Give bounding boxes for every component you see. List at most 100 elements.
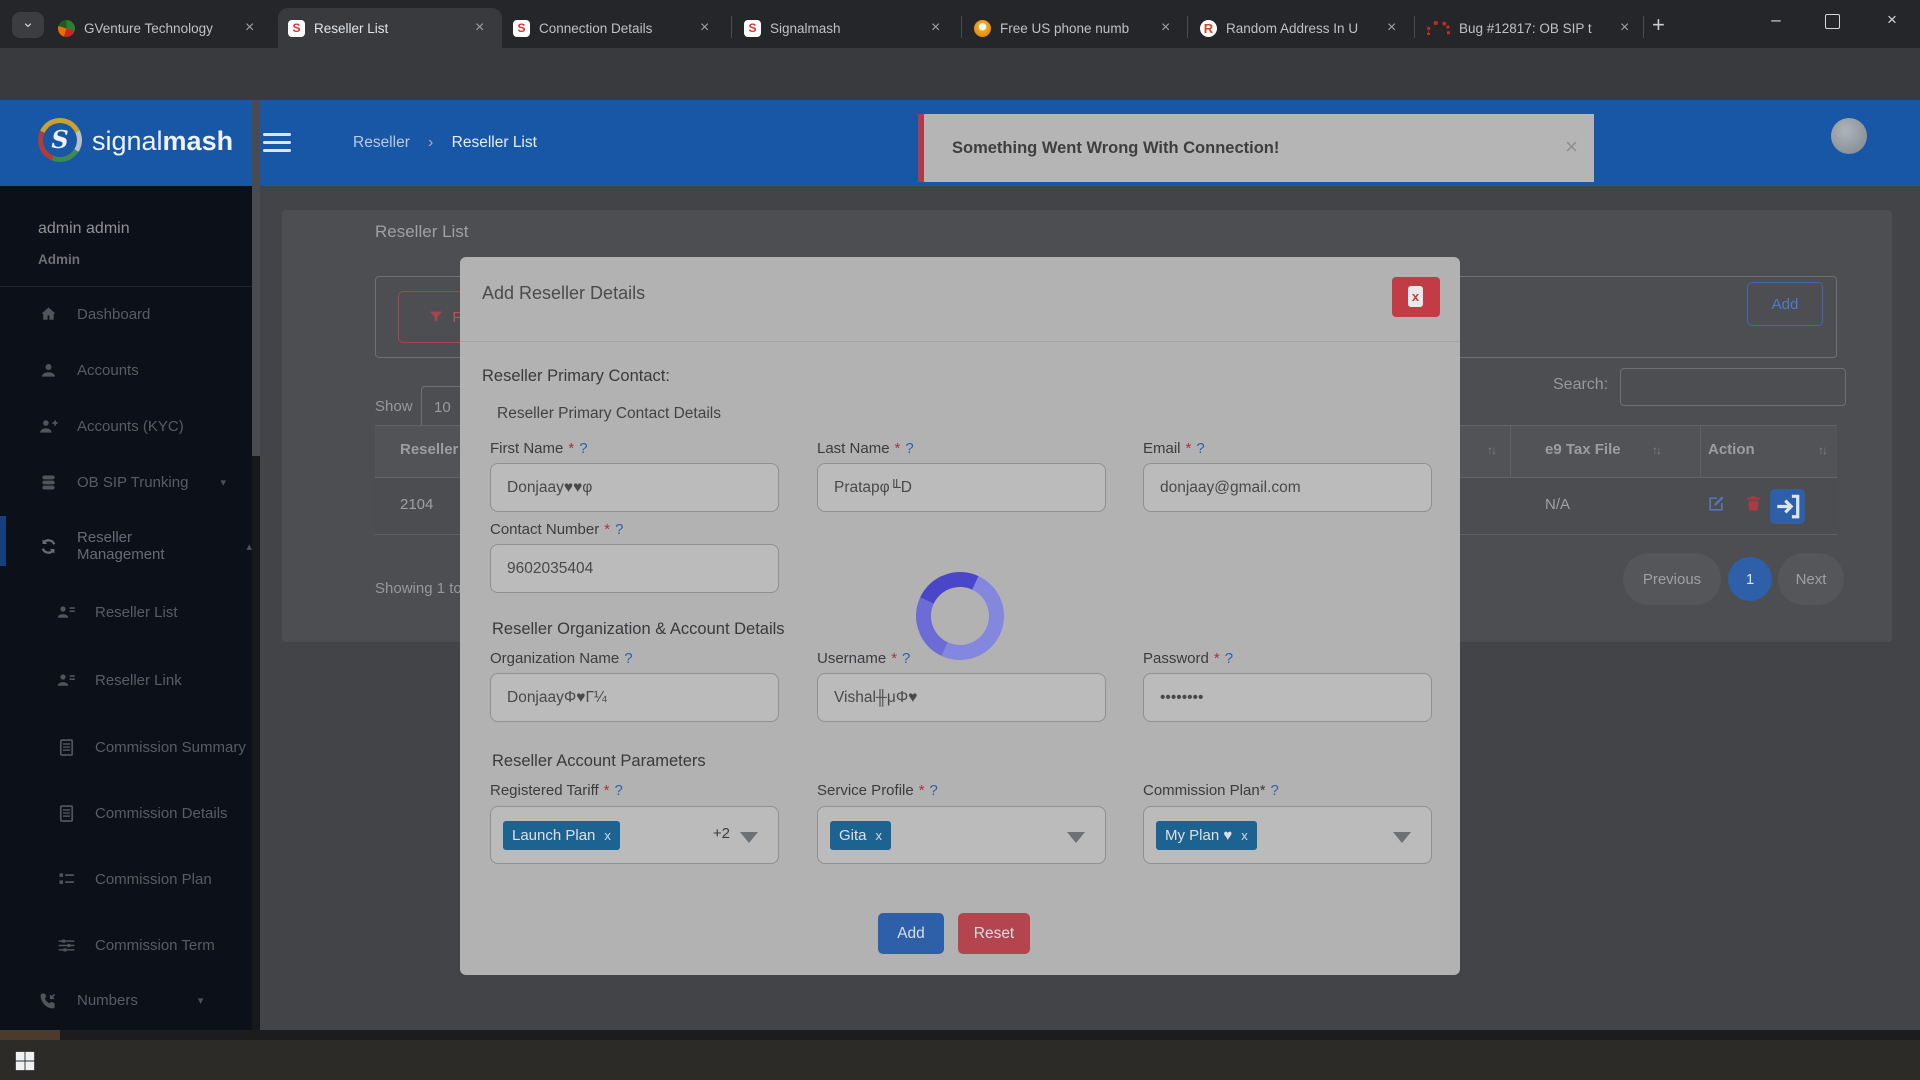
organization-name-input[interactable] <box>490 673 779 722</box>
toast-message: Something Went Wrong With Connection! <box>952 139 1279 158</box>
hamburger-menu-icon[interactable] <box>263 133 291 152</box>
tab-divider <box>1643 16 1644 38</box>
commission-plan-chip[interactable]: My Plan ♥x <box>1156 821 1257 850</box>
contact-number-input[interactable] <box>490 544 779 593</box>
tab-gventure[interactable]: GVenture Technology × <box>48 8 277 48</box>
start-button-icon[interactable] <box>14 1050 36 1072</box>
tab-reseller-list[interactable]: S Reseller List × <box>278 8 502 48</box>
modal-close-button[interactable]: x <box>1392 277 1440 317</box>
help-icon[interactable]: ? <box>615 521 623 538</box>
help-icon[interactable]: ? <box>579 440 587 457</box>
pagination-page-1[interactable]: 1 <box>1728 557 1772 601</box>
help-icon[interactable]: ? <box>905 440 913 457</box>
pagination-next[interactable]: Next <box>1778 553 1844 605</box>
tab-close-icon[interactable]: × <box>1618 19 1631 37</box>
window-bottom-edge <box>0 1030 1920 1040</box>
service-profile-chip[interactable]: Gitax <box>830 821 891 850</box>
sort-icon[interactable]: ↑↓ <box>1818 443 1826 457</box>
taskbar: Type here to search ✦ ✦ <box>0 1040 1920 1080</box>
document-icon <box>56 803 77 824</box>
modal-title: Add Reseller Details <box>482 283 645 304</box>
login-as-button[interactable] <box>1770 489 1805 524</box>
service-profile-select[interactable]: Gitax <box>817 806 1106 864</box>
breadcrumb-parent[interactable]: Reseller <box>353 134 410 151</box>
field-label-password: Password*? <box>1143 650 1233 667</box>
chip-remove-icon[interactable]: x <box>876 828 883 843</box>
modal-add-button[interactable]: Add <box>878 913 944 954</box>
table-col-action[interactable]: Action <box>1708 441 1755 458</box>
pagination-previous[interactable]: Previous <box>1623 553 1721 605</box>
help-icon[interactable]: ? <box>1271 782 1279 799</box>
sidebar-subitem-reseller-list[interactable]: Reseller List <box>56 602 178 623</box>
tariff-chip[interactable]: Launch Planx <box>503 821 620 850</box>
sidebar-item-accounts-kyc[interactable]: Accounts (KYC) <box>38 416 184 437</box>
sort-icon[interactable]: ↑↓ <box>1487 443 1495 457</box>
section-account-parameters: Reseller Account Parameters <box>492 752 706 771</box>
password-input[interactable] <box>1143 673 1432 722</box>
new-tab-button[interactable]: + <box>1652 12 1665 38</box>
error-toast: Something Went Wrong With Connection! × <box>918 114 1594 182</box>
help-icon[interactable]: ? <box>1225 650 1233 667</box>
sidebar-item-reseller-management[interactable]: Reseller Management ▴ <box>38 529 252 563</box>
sidebar-subitem-commission-details[interactable]: Commission Details <box>56 803 228 824</box>
commission-plan-select[interactable]: My Plan ♥x <box>1143 806 1432 864</box>
sidebar-item-ob-sip-trunking[interactable]: OB SIP Trunking ▾ <box>38 472 226 493</box>
registered-tariff-select[interactable]: Launch Planx +2 <box>490 806 779 864</box>
sidebar-subitem-reseller-link[interactable]: Reseller Link <box>56 670 182 691</box>
sort-icon[interactable]: ↑↓ <box>1652 443 1660 457</box>
tab-close-icon[interactable]: × <box>473 19 486 37</box>
sidebar-subitem-commission-term[interactable]: Commission Term <box>56 935 215 956</box>
sidebar: admin admin Admin Dashboard Accounts Acc… <box>0 186 252 1040</box>
sidebar-item-accounts[interactable]: Accounts <box>38 360 139 381</box>
modal-reset-button[interactable]: Reset <box>958 913 1030 954</box>
tab-random-address[interactable]: R Random Address In U × <box>1190 8 1413 48</box>
tab-close-icon[interactable]: × <box>243 19 256 37</box>
delete-trash-icon[interactable] <box>1744 494 1763 513</box>
user-list-icon <box>56 602 77 623</box>
sidebar-subitem-commission-plan[interactable]: Commission Plan <box>56 869 212 890</box>
help-icon[interactable]: ? <box>1196 440 1204 457</box>
table-col-e9[interactable]: e9 Tax File <box>1545 441 1621 458</box>
help-icon[interactable]: ? <box>624 650 632 667</box>
search-input[interactable] <box>1620 368 1846 406</box>
edit-icon[interactable] <box>1706 494 1726 514</box>
sidebar-subitem-commission-summary[interactable]: Commission Summary <box>56 737 246 758</box>
gventure-favicon-icon <box>58 20 75 37</box>
tab-signalmash[interactable]: S Signalmash × <box>734 8 958 48</box>
cell-e9: N/A <box>1545 496 1570 513</box>
header-avatar[interactable] <box>1831 118 1867 154</box>
sidebar-scrollbar-thumb[interactable] <box>252 100 260 456</box>
chip-remove-icon[interactable]: x <box>604 828 611 843</box>
table-col-reseller[interactable]: Reseller <box>400 441 458 458</box>
tab-close-icon[interactable]: × <box>1385 19 1398 37</box>
help-icon[interactable]: ? <box>902 650 910 667</box>
toast-close-icon[interactable]: × <box>1565 134 1578 160</box>
sidebar-item-dashboard[interactable]: Dashboard <box>38 304 150 325</box>
first-name-input[interactable] <box>490 463 779 512</box>
help-icon[interactable]: ? <box>615 782 623 799</box>
tab-bug-12817[interactable]: Bug #12817: OB SIP t × <box>1417 8 1643 48</box>
email-input[interactable] <box>1143 463 1432 512</box>
tab-connection-details[interactable]: S Connection Details × <box>503 8 727 48</box>
tab-title: Connection Details <box>539 21 689 36</box>
field-label-username: Username*? <box>817 650 910 667</box>
tab-free-us-phone[interactable]: Free US phone numb × <box>964 8 1186 48</box>
window-minimize-button[interactable]: – <box>1756 10 1796 30</box>
chip-remove-icon[interactable]: x <box>1241 828 1248 843</box>
field-label-service-profile: Service Profile*? <box>817 782 938 799</box>
username-input[interactable] <box>817 673 1106 722</box>
signalmash-logo[interactable]: S <box>38 118 82 162</box>
tab-close-icon[interactable]: × <box>1159 19 1172 37</box>
tab-close-icon[interactable]: × <box>698 19 711 37</box>
sidebar-item-label: Accounts <box>77 362 139 379</box>
add-button-top[interactable]: Add <box>1747 282 1823 326</box>
active-item-indicator <box>0 516 6 566</box>
brand-bold: mash <box>163 126 234 156</box>
window-maximize-button[interactable] <box>1825 14 1840 29</box>
tab-close-icon[interactable]: × <box>929 19 942 37</box>
help-icon[interactable]: ? <box>930 782 938 799</box>
tab-search-button[interactable]: ⌄ <box>12 12 44 38</box>
last-name-input[interactable] <box>817 463 1106 512</box>
sidebar-item-numbers[interactable]: Numbers ▾ <box>38 990 203 1011</box>
window-close-button[interactable]: × <box>1872 10 1912 30</box>
